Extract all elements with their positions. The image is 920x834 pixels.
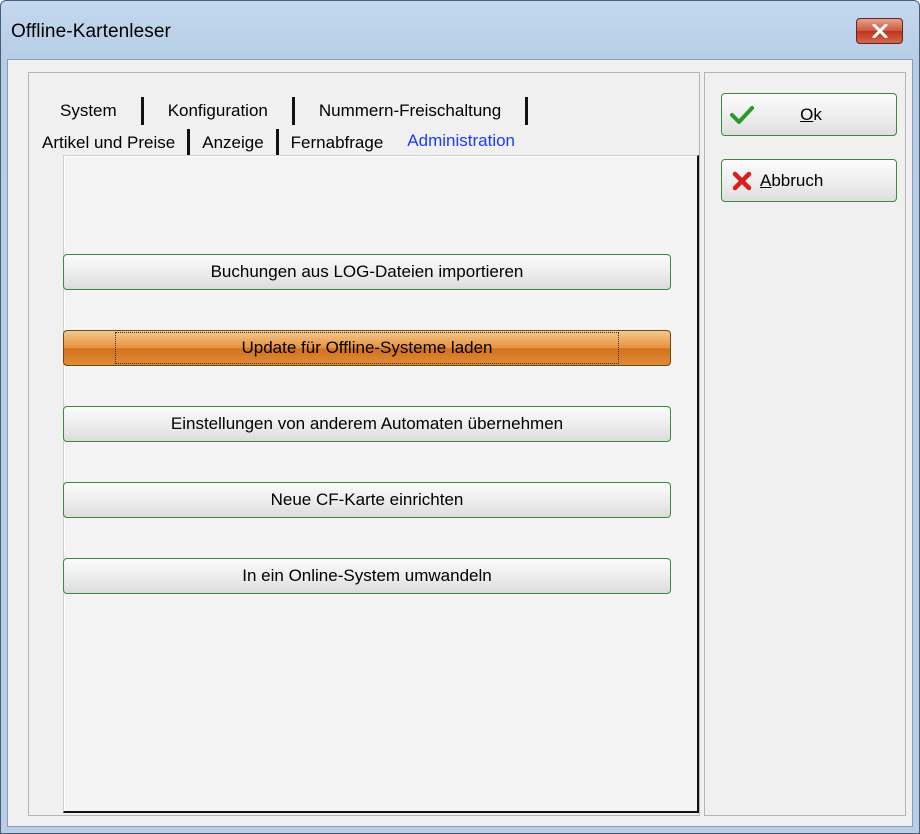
ok-button[interactable]: Ok <box>721 93 897 136</box>
update-offline-label: Update für Offline-Systeme laden <box>115 332 619 364</box>
new-cf-card-label: Neue CF-Karte einrichten <box>270 490 464 509</box>
tab-row-front: Artikel und Preise Anzeige Fernabfrage A… <box>42 129 527 157</box>
tab-row-back: System Konfiguration Nummern-Freischaltu… <box>42 97 529 125</box>
checkmark-icon <box>730 103 754 127</box>
side-button-frame: Ok Abbruch <box>704 72 906 816</box>
settings-transfer-button[interactable]: Einstellungen von anderem Automaten über… <box>63 406 671 442</box>
x-icon <box>730 169 754 193</box>
window-title: Offline-Kartenleser <box>11 21 171 42</box>
client-area: System Konfiguration Nummern-Freischaltu… <box>7 59 913 827</box>
convert-online-button[interactable]: In ein Online-System umwandeln <box>63 558 671 594</box>
tab-nummern-freischaltung[interactable]: Nummern-Freischaltung <box>295 97 529 125</box>
cancel-button[interactable]: Abbruch <box>721 159 897 202</box>
close-button[interactable] <box>856 18 903 44</box>
tab-artikel-und-preise[interactable]: Artikel und Preise <box>42 129 191 157</box>
title-bar[interactable]: Offline-Kartenleser <box>1 1 919 59</box>
tab-system[interactable]: System <box>42 97 144 125</box>
ok-label: Ok <box>800 104 822 124</box>
tab-anzeige[interactable]: Anzeige <box>190 129 279 157</box>
import-log-label: Buchungen aus LOG-Dateien importieren <box>210 262 524 281</box>
import-log-button[interactable]: Buchungen aus LOG-Dateien importieren <box>63 254 671 290</box>
tab-administration[interactable]: Administration <box>395 129 527 157</box>
new-cf-card-button[interactable]: Neue CF-Karte einrichten <box>63 482 671 518</box>
tab-fernabfrage[interactable]: Fernabfrage <box>279 129 396 157</box>
update-offline-button[interactable]: Update für Offline-Systeme laden <box>63 330 671 366</box>
convert-online-label: In ein Online-System umwandeln <box>242 566 492 585</box>
cancel-label: Abbruch <box>760 170 824 190</box>
close-icon <box>872 24 887 38</box>
tab-konfiguration[interactable]: Konfiguration <box>144 97 295 125</box>
tab-control-frame: System Konfiguration Nummern-Freischaltu… <box>28 72 700 816</box>
administration-panel: Buchungen aus LOG-Dateien importieren Up… <box>63 155 699 813</box>
settings-transfer-label: Einstellungen von anderem Automaten über… <box>170 414 564 433</box>
dialog-window: Offline-Kartenleser System Konfiguration… <box>0 0 920 834</box>
